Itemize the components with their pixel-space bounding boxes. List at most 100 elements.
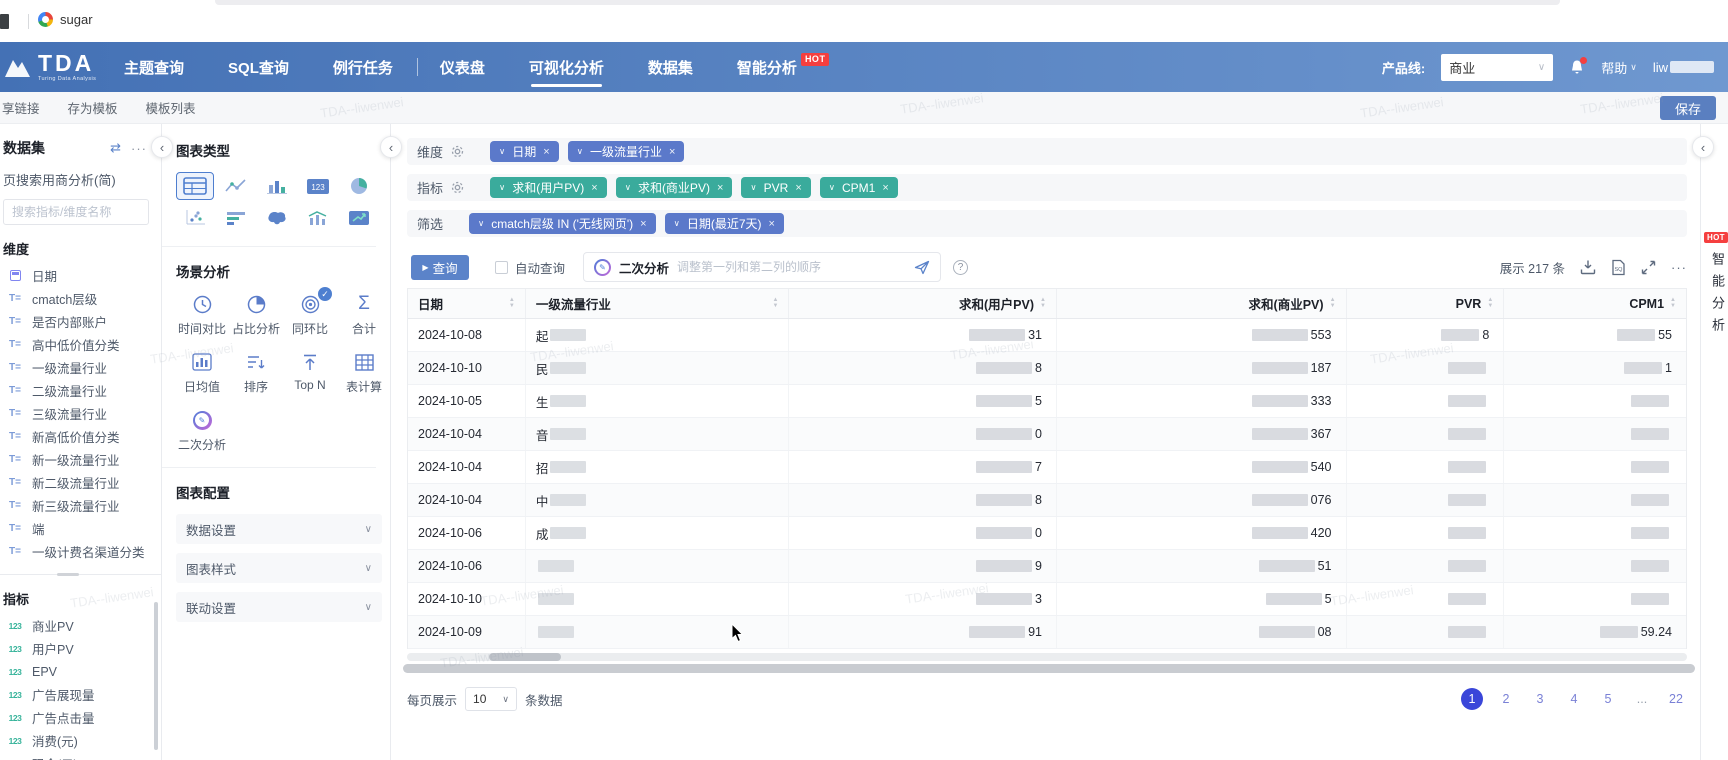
nav-item-dashboard[interactable]: 仪表盘 (440, 42, 485, 92)
remove-tag-icon[interactable]: × (882, 182, 888, 194)
config-data-settings[interactable]: 数据设置∨ (176, 514, 382, 544)
number-card-icon[interactable]: 123 (299, 172, 337, 200)
sort-icon[interactable]: ▲▼ (1670, 298, 1676, 309)
save-as-template-button[interactable]: 存为模板 (68, 98, 118, 117)
dimension-item[interactable]: cmatch层级 (0, 287, 161, 310)
collapse-smart-panel-button[interactable]: ‹ (1692, 136, 1714, 158)
save-button[interactable]: 保存 (1660, 96, 1716, 120)
chevron-down-icon[interactable]: ∨ (478, 218, 484, 229)
remove-tag-icon[interactable]: × (717, 182, 723, 194)
scrollbar-thumb[interactable] (489, 653, 561, 661)
metric-item[interactable]: 消费(元) (0, 729, 161, 752)
metric-tag[interactable]: ∨ PVR × (741, 177, 810, 198)
metric-tag[interactable]: ∨ 求和(商业PV) × (616, 177, 733, 198)
chevron-down-icon[interactable]: ∨ (674, 218, 680, 229)
auto-query-toggle[interactable]: 自动查询 (495, 258, 565, 277)
chevron-down-icon[interactable]: ∨ (625, 182, 631, 193)
combo-chart-icon[interactable] (299, 204, 337, 232)
sort-icon[interactable]: ▲▼ (1330, 298, 1336, 309)
scene-time-compare[interactable]: 时间对比 (176, 293, 228, 337)
scene-ratio-analysis[interactable]: 占比分析 (230, 293, 282, 337)
nav-item-sql-query[interactable]: SQL查询 (228, 42, 289, 92)
sort-icon[interactable]: ▲▼ (1487, 298, 1493, 309)
bar-chart-icon[interactable] (258, 172, 296, 200)
dimension-item[interactable]: 新高低价值分类 (0, 425, 161, 448)
config-linkage-settings[interactable]: 联动设置∨ (176, 592, 382, 622)
per-page-select[interactable]: 10 ∨ (465, 687, 517, 711)
chevron-down-icon[interactable]: ∨ (499, 182, 505, 193)
metric-item[interactable]: 广告点击量 (0, 706, 161, 729)
table-column-header[interactable]: 日期 ▲▼ (408, 289, 526, 318)
config-chart-style[interactable]: 图表样式∨ (176, 553, 382, 583)
metric-item[interactable]: 现金(元) (0, 752, 161, 760)
remove-tag-icon[interactable]: × (543, 146, 549, 158)
download-icon[interactable] (1580, 259, 1596, 275)
metric-item[interactable]: 用户PV (0, 637, 161, 660)
chevron-down-icon[interactable]: ∨ (577, 146, 583, 157)
nav-item-smart-analysis[interactable]: 智能分析 HOT (737, 42, 830, 92)
page-button[interactable]: 1 (1461, 688, 1483, 710)
metric-item[interactable]: 商业PV (0, 614, 161, 637)
page-button[interactable]: 2 (1495, 688, 1517, 710)
scatter-chart-icon[interactable] (176, 204, 214, 232)
remove-tag-icon[interactable]: × (591, 182, 597, 194)
table-chart-icon[interactable] (176, 172, 214, 200)
collapse-sidebar-button[interactable]: ‹ (151, 136, 173, 158)
table-column-header[interactable]: 求和(用户PV) ▲▼ (789, 289, 1057, 318)
collapse-config-panel-button[interactable]: ‹ (380, 136, 402, 158)
dimension-item[interactable]: 高中低价值分类 (0, 333, 161, 356)
template-list-button[interactable]: 模板列表 (146, 98, 196, 117)
page-button[interactable]: 3 (1529, 688, 1551, 710)
page-button[interactable]: 22 (1665, 688, 1687, 710)
metric-tag[interactable]: ∨ 求和(用户PV) × (490, 177, 607, 198)
fullscreen-expand-icon[interactable] (1641, 260, 1656, 275)
dimension-item[interactable]: 端 (0, 517, 161, 540)
more-icon[interactable]: ··· (131, 141, 147, 156)
dimension-item[interactable]: 三级流量行业 (0, 402, 161, 425)
sort-icon[interactable]: ▲▼ (509, 298, 515, 309)
remove-tag-icon[interactable]: × (795, 182, 801, 194)
nav-item-routine-task[interactable]: 例行任务 (333, 42, 393, 92)
nav-item-visual-analysis[interactable]: 可视化分析 (529, 42, 604, 92)
scene-sort[interactable]: 排序 (230, 351, 282, 395)
query-button[interactable]: ▶ 查询 (411, 255, 469, 280)
sidebar-scrollbar[interactable] (154, 602, 158, 750)
remove-tag-icon[interactable]: × (769, 218, 775, 230)
metric-item[interactable]: EPV (0, 660, 161, 683)
sort-icon[interactable]: ▲▼ (772, 298, 778, 309)
dimension-item[interactable]: 新三级流量行业 (0, 494, 161, 517)
table-column-header[interactable]: PVR ▲▼ (1347, 289, 1505, 318)
table-column-header[interactable]: CPM1 ▲▼ (1504, 289, 1686, 318)
help-icon[interactable]: ? (953, 260, 968, 275)
scene-top-n[interactable]: Top N (284, 351, 336, 395)
pie-chart-icon[interactable] (340, 172, 378, 200)
table-column-header[interactable]: 一级流量行业 ▲▼ (526, 289, 790, 318)
secondary-analysis-input[interactable] (677, 260, 906, 274)
dimension-item[interactable]: 二级流量行业 (0, 379, 161, 402)
scene-table-calc[interactable]: 表计算 (338, 351, 390, 395)
gear-icon[interactable] (451, 181, 464, 194)
filter-tag[interactable]: ∨ cmatch层级 IN ('无线网页') × (469, 213, 656, 234)
dimension-item[interactable]: 二级计费名渠道分类 (0, 563, 161, 566)
switch-dataset-icon[interactable]: ⇄ (110, 140, 121, 156)
scene-total[interactable]: Σ 合计 (338, 293, 390, 337)
scene-yoy-mom[interactable]: 同环比 ✓ (284, 293, 336, 337)
search-input[interactable] (3, 199, 149, 225)
smart-analysis-toggle[interactable]: 智能分析 (1708, 252, 1727, 340)
page-button[interactable]: ... (1631, 688, 1653, 710)
dimension-tag[interactable]: ∨ 一级流量行业 × (568, 141, 685, 162)
notification-bell[interactable] (1569, 59, 1585, 76)
page-button[interactable]: 5 (1597, 688, 1619, 710)
product-line-select[interactable]: 商业 ∨ (1441, 54, 1553, 81)
dimension-item[interactable]: 新一级流量行业 (0, 448, 161, 471)
nav-item-topic-query[interactable]: 主题查询 (124, 42, 184, 92)
dimension-item[interactable]: 一级计费名渠道分类 (0, 540, 161, 563)
scene-daily-average[interactable]: 日均值 (176, 351, 228, 395)
sort-icon[interactable]: ▲▼ (1040, 298, 1046, 309)
table-column-header[interactable]: 求和(商业PV) ▲▼ (1057, 289, 1347, 318)
map-chart-icon[interactable] (258, 204, 296, 232)
help-menu[interactable]: 帮助∨ (1601, 58, 1637, 77)
dimension-item[interactable]: 是否内部账户 (0, 310, 161, 333)
dimension-item[interactable]: 日期 (0, 264, 161, 287)
scene-secondary-analysis[interactable]: ✎ 二次分析 (176, 409, 228, 453)
